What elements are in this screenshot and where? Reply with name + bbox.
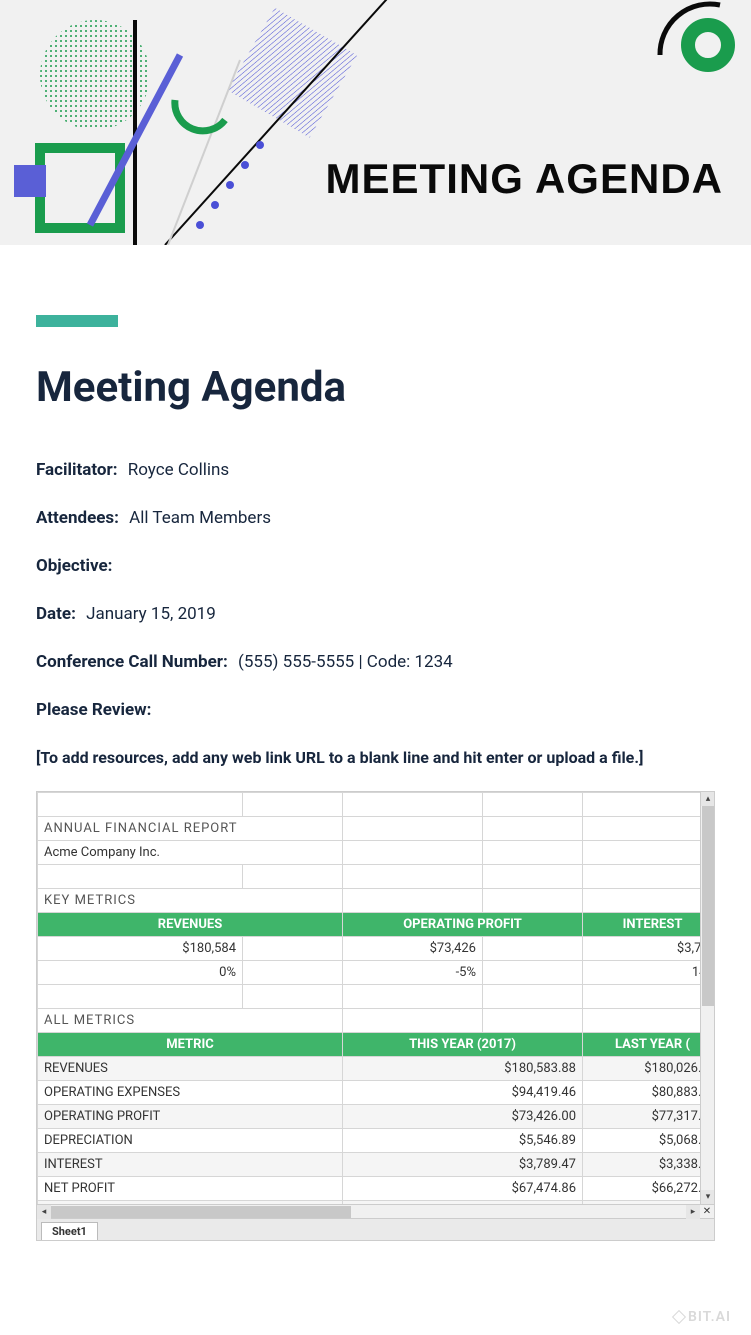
metric-name: DEPRECIATION: [38, 1129, 343, 1153]
all-header-this-year: THIS YEAR (2017): [343, 1033, 583, 1057]
scroll-left-icon[interactable]: ◂: [37, 1205, 51, 1219]
report-title: ANNUAL FINANCIAL REPORT: [38, 817, 343, 841]
table-row: OPERATING EXPENSES$94,419.46$80,883.33: [38, 1081, 715, 1105]
metric-name: NET PROFIT: [38, 1177, 343, 1201]
table-row: [38, 793, 715, 817]
page-title: Meeting Agenda: [36, 363, 715, 412]
horizontal-scrollbar[interactable]: ◂ ▸ ✕: [37, 1204, 714, 1218]
scroll-up-icon[interactable]: ▴: [701, 792, 714, 806]
sheet-tab[interactable]: Sheet1: [41, 1222, 98, 1240]
metric-last-year: $180,026.64: [583, 1057, 715, 1081]
metric-name: INTEREST: [38, 1153, 343, 1177]
table-row: DEPRECIATION$5,546.89$5,068.42: [38, 1129, 715, 1153]
accent-bar: [36, 315, 118, 327]
table-row: NET PROFIT$67,474.86$66,272.10: [38, 1177, 715, 1201]
metric-this-year: $94,419.46: [343, 1081, 583, 1105]
brand-text: BIT.AI: [688, 1309, 731, 1325]
table-row: OPERATING PROFIT$73,426.00$77,317.84: [38, 1105, 715, 1129]
table-row: REVENUES OPERATING PROFIT INTEREST: [38, 913, 715, 937]
table-row: KEY METRICS: [38, 889, 715, 913]
table-row: [38, 865, 715, 889]
key-pct-revenues: 0%: [38, 961, 243, 985]
metric-this-year: $180,583.88: [343, 1057, 583, 1081]
banner: MEETING AGENDA: [0, 0, 751, 245]
sheet-tabbar: Sheet1: [37, 1218, 714, 1240]
metric-this-year: $5,546.89: [343, 1129, 583, 1153]
table-row: ALL METRICS: [38, 1009, 715, 1033]
key-value-op-profit: $73,426: [343, 937, 483, 961]
date-value: January 15, 2019: [86, 604, 216, 624]
banner-title: MEETING AGENDA: [326, 155, 723, 203]
metric-last-year: $66,272.10: [583, 1177, 715, 1201]
metric-last-year: $77,317.84: [583, 1105, 715, 1129]
all-metrics-label: ALL METRICS: [38, 1009, 343, 1033]
table-row: 0% -5% 14%: [38, 961, 715, 985]
banner-graphics: [0, 0, 751, 245]
scroll-down-icon[interactable]: ▾: [701, 1190, 714, 1204]
metric-last-year: $3,338.31: [583, 1153, 715, 1177]
green-ring-icon: [688, 25, 728, 65]
conference-label: Conference Call Number:: [36, 652, 228, 672]
metric-last-year: $5,068.42: [583, 1129, 715, 1153]
lined-square-icon: [227, 8, 357, 138]
table-row: $180,584 $73,426 $3,789: [38, 937, 715, 961]
all-header-metric: METRIC: [38, 1033, 343, 1057]
attendees-value: All Team Members: [129, 508, 271, 528]
metric-name: OPERATING EXPENSES: [38, 1081, 343, 1105]
spreadsheet-table: ANNUAL FINANCIAL REPORT Acme Company Inc…: [37, 792, 714, 1204]
table-row: Acme Company Inc.: [38, 841, 715, 865]
key-value-revenues: $180,584: [38, 937, 243, 961]
all-header-last-year: LAST YEAR (: [583, 1033, 715, 1057]
facilitator-label: Facilitator:: [36, 460, 118, 480]
date-row: Date: January 15, 2019: [36, 604, 715, 624]
instruction-text: [To add resources, add any web link URL …: [36, 748, 715, 767]
metric-this-year: $67,474.86: [343, 1177, 583, 1201]
table-row: INTEREST$3,789.47$3,338.31: [38, 1153, 715, 1177]
review-label: Please Review:: [36, 700, 151, 720]
spreadsheet-embed[interactable]: ANNUAL FINANCIAL REPORT Acme Company Inc…: [36, 791, 715, 1241]
purple-square-icon: [14, 165, 46, 197]
objective-label: Objective:: [36, 556, 112, 576]
diag-line-grey-icon: [168, 60, 240, 245]
company-name: Acme Company Inc.: [38, 841, 343, 865]
scroll-thumb[interactable]: [702, 806, 714, 1006]
metric-last-year: $80,883.33: [583, 1081, 715, 1105]
key-header-op-profit: OPERATING PROFIT: [343, 913, 583, 937]
attendees-row: Attendees: All Team Members: [36, 508, 715, 528]
key-header-interest: INTEREST: [583, 913, 715, 937]
key-pct-op-profit: -5%: [343, 961, 483, 985]
hscroll-thumb[interactable]: [51, 1206, 351, 1218]
footer-brand: BIT.AI: [0, 1281, 751, 1335]
table-row: METRIC THIS YEAR (2017) LAST YEAR (: [38, 1033, 715, 1057]
metric-this-year: $3,789.47: [343, 1153, 583, 1177]
document-body: Meeting Agenda Facilitator: Royce Collin…: [0, 245, 751, 1281]
key-pct-interest: 14%: [583, 961, 715, 985]
review-row: Please Review:: [36, 700, 715, 720]
key-metrics-label: KEY METRICS: [38, 889, 343, 913]
table-row: ANNUAL FINANCIAL REPORT: [38, 817, 715, 841]
table-row: [38, 985, 715, 1009]
scroll-right-icon[interactable]: ▸: [686, 1205, 700, 1219]
metric-name: OPERATING PROFIT: [38, 1105, 343, 1129]
conference-row: Conference Call Number: (555) 555-5555 |…: [36, 652, 715, 672]
conference-value: (555) 555-5555 | Code: 1234: [238, 652, 453, 672]
metric-name: REVENUES: [38, 1057, 343, 1081]
date-label: Date:: [36, 604, 76, 624]
objective-row: Objective:: [36, 556, 715, 576]
spreadsheet-viewport[interactable]: ANNUAL FINANCIAL REPORT Acme Company Inc…: [37, 792, 714, 1204]
blue-dots-line-icon: [196, 141, 264, 229]
diamond-icon: [672, 1310, 686, 1324]
facilitator-value: Royce Collins: [128, 460, 229, 480]
metric-this-year: $73,426.00: [343, 1105, 583, 1129]
key-header-revenues: REVENUES: [38, 913, 343, 937]
facilitator-row: Facilitator: Royce Collins: [36, 460, 715, 480]
vertical-scrollbar[interactable]: ▴ ▾: [700, 792, 714, 1204]
key-value-interest: $3,789: [583, 937, 715, 961]
close-icon[interactable]: ✕: [700, 1205, 714, 1219]
attendees-label: Attendees:: [36, 508, 119, 528]
table-row: REVENUES$180,583.88$180,026.64: [38, 1057, 715, 1081]
